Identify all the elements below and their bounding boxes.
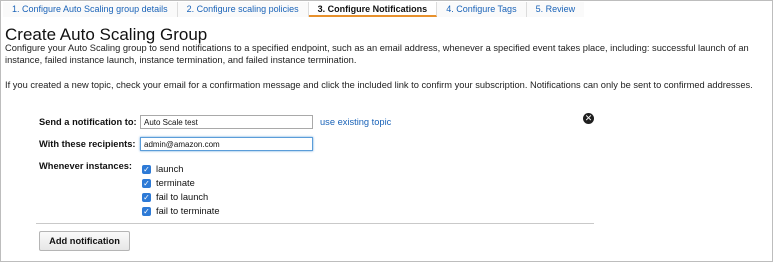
close-circle-icon[interactable]: ✕ [583,113,594,124]
use-existing-topic-link[interactable]: use existing topic [320,117,391,127]
page-description: Configure your Auto Scaling group to sen… [5,43,749,65]
tab-step-5[interactable]: 5. Review [526,2,585,17]
wizard-steps: 1. Configure Auto Scaling group details … [3,2,770,17]
tab-step-2[interactable]: 2. Configure scaling policies [177,2,309,17]
topic-name-input[interactable] [140,115,313,129]
event-label: fail to terminate [156,206,220,216]
checkbox-terminate[interactable]: ✓ [142,178,151,188]
checkbox-launch[interactable]: ✓ [142,164,151,174]
recipients-label: With these recipients: [39,139,136,149]
section-divider [36,223,594,224]
add-notification-button[interactable]: Add notification [39,231,130,251]
send-notification-label: Send a notification to: [39,117,137,127]
tab-step-3[interactable]: 3. Configure Notifications [308,2,438,17]
checkbox-fail-to-terminate[interactable]: ✓ [142,206,151,216]
tab-step-4[interactable]: 4. Configure Tags [437,2,527,17]
whenever-instances-label: Whenever instances: [39,161,133,171]
event-label: launch [156,164,184,174]
tab-step-1[interactable]: 1. Configure Auto Scaling group details [3,2,178,17]
event-label: fail to launch [156,192,209,202]
event-terminate[interactable]: ✓ terminate [142,177,195,189]
recipients-input[interactable] [140,137,313,151]
wizard-frame: 1. Configure Auto Scaling group details … [0,0,773,262]
event-launch[interactable]: ✓ launch [142,163,183,175]
confirmation-note: If you created a new topic, check your e… [5,80,753,90]
checkbox-fail-to-launch[interactable]: ✓ [142,192,151,202]
event-label: terminate [156,178,195,188]
event-fail-to-launch[interactable]: ✓ fail to launch [142,191,208,203]
event-fail-to-terminate[interactable]: ✓ fail to terminate [142,205,220,217]
